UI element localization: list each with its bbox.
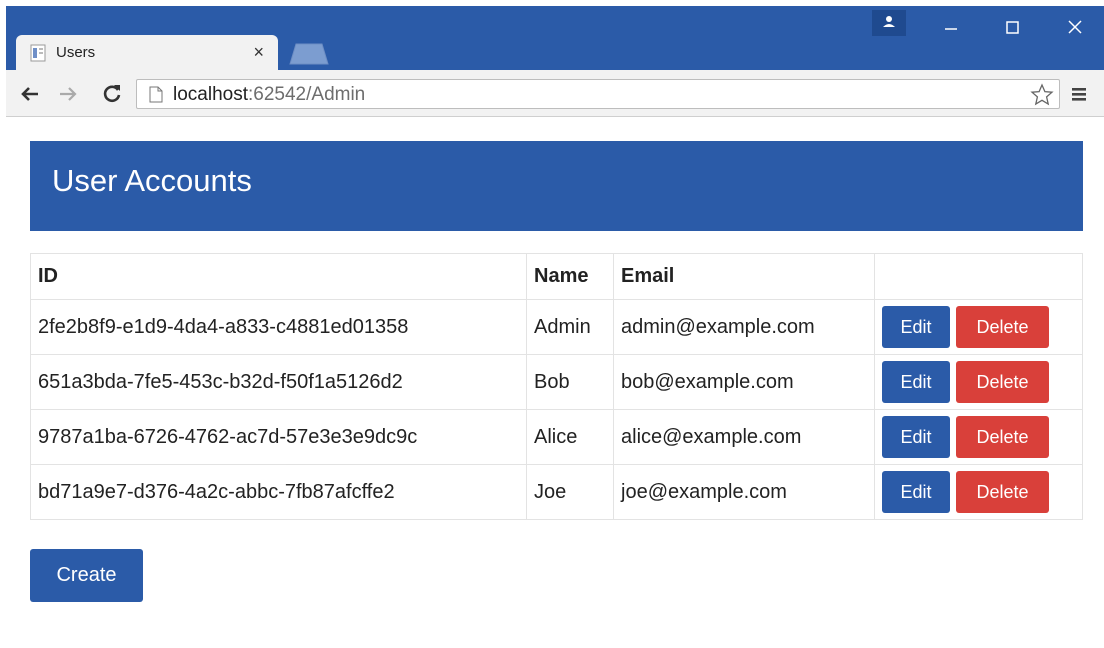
arrow-right-icon[interactable] — [56, 82, 80, 106]
user-email-cell: bob@example.com — [613, 354, 875, 410]
table-row: bd71a9e7-d376-4a2c-abbc-7fb87afcffe2 Joe… — [30, 464, 1083, 520]
user-id-cell: 9787a1ba-6726-4762-ac7d-57e3e3e9dc9c — [30, 409, 527, 465]
user-id-cell: 651a3bda-7fe5-453c-b32d-f50f1a5126d2 — [30, 354, 527, 410]
browser-toolbar: localhost:62542/Admin — [6, 70, 1104, 117]
user-email-cell: joe@example.com — [613, 464, 875, 520]
maximize-icon[interactable] — [990, 14, 1036, 40]
user-id-cell: bd71a9e7-d376-4a2c-abbc-7fb87afcffe2 — [30, 464, 527, 520]
user-email-cell: admin@example.com — [613, 299, 875, 355]
edit-button[interactable]: Edit — [882, 416, 950, 458]
minimize-icon[interactable] — [928, 14, 974, 40]
delete-button[interactable]: Delete — [956, 416, 1049, 458]
tab-close-icon[interactable]: × — [253, 42, 264, 62]
tab-users[interactable]: Users × — [16, 35, 278, 70]
delete-button[interactable]: Delete — [956, 361, 1049, 403]
table-header-row: ID Name Email — [30, 253, 1083, 300]
actions-cell: Edit Delete — [874, 464, 1083, 520]
actions-cell: Edit Delete — [874, 409, 1083, 465]
user-name-cell: Admin — [526, 299, 614, 355]
create-button[interactable]: Create — [30, 549, 143, 602]
delete-button[interactable]: Delete — [956, 306, 1049, 348]
table-row: 651a3bda-7fe5-453c-b32d-f50f1a5126d2 Bob… — [30, 354, 1083, 410]
table-row: 9787a1ba-6726-4762-ac7d-57e3e3e9dc9c Ali… — [30, 409, 1083, 465]
user-email-cell: alice@example.com — [613, 409, 875, 465]
document-favicon-icon — [30, 44, 46, 62]
user-name-cell: Joe — [526, 464, 614, 520]
header-name: Name — [526, 253, 614, 300]
tab-title: Users — [56, 44, 96, 61]
page-content: User Accounts ID Name Email 2fe2b8f9-e1d… — [6, 117, 1104, 648]
actions-cell: Edit Delete — [874, 354, 1083, 410]
user-id-cell: 2fe2b8f9-e1d9-4da4-a833-c4881ed01358 — [30, 299, 527, 355]
panel-heading: User Accounts — [30, 141, 1083, 231]
header-actions — [874, 253, 1083, 300]
star-icon[interactable] — [1029, 82, 1055, 108]
user-profile-icon[interactable] — [872, 10, 906, 36]
users-table: ID Name Email 2fe2b8f9-e1d9-4da4-a833-c4… — [30, 253, 1083, 520]
page-title: User Accounts — [52, 163, 252, 198]
reload-icon[interactable] — [100, 82, 124, 106]
window-close-icon[interactable] — [1052, 14, 1098, 40]
edit-button[interactable]: Edit — [882, 361, 950, 403]
browser-window: Users × localhost:62542/Admin User Accou… — [6, 6, 1104, 648]
delete-button[interactable]: Delete — [956, 471, 1049, 513]
user-name-cell: Alice — [526, 409, 614, 465]
user-name-cell: Bob — [526, 354, 614, 410]
new-tab-button[interactable] — [286, 43, 330, 65]
edit-button[interactable]: Edit — [882, 471, 950, 513]
header-id: ID — [30, 253, 527, 300]
tab-strip: Users × — [6, 6, 1104, 70]
address-bar[interactable]: localhost:62542/Admin — [136, 79, 1060, 109]
page-icon — [149, 86, 163, 103]
url-text: localhost:62542/Admin — [173, 84, 365, 106]
url-host: localhost — [173, 84, 248, 105]
actions-cell: Edit Delete — [874, 299, 1083, 355]
url-path: :62542/Admin — [248, 84, 366, 105]
table-row: 2fe2b8f9-e1d9-4da4-a833-c4881ed01358 Adm… — [30, 299, 1083, 355]
hamburger-menu-icon[interactable] — [1070, 84, 1088, 104]
header-email: Email — [613, 253, 875, 300]
edit-button[interactable]: Edit — [882, 306, 950, 348]
arrow-left-icon[interactable] — [18, 82, 42, 106]
